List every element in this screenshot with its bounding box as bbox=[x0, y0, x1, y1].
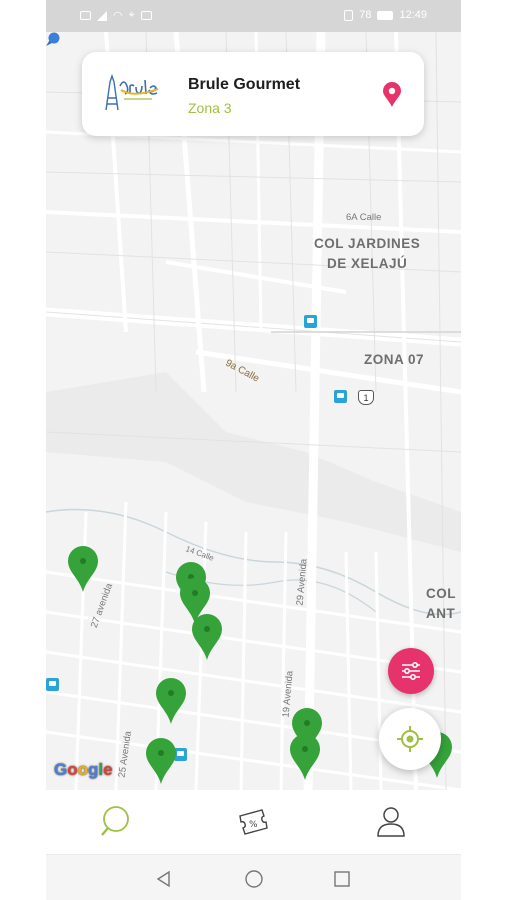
svg-text:%: % bbox=[249, 820, 258, 830]
image-icon bbox=[140, 11, 152, 20]
battery-percent: 78 bbox=[359, 9, 372, 21]
map-pin-icon[interactable] bbox=[382, 82, 402, 108]
google-letter: o bbox=[77, 760, 89, 779]
store-zone: Zona 3 bbox=[188, 100, 232, 116]
status-time: 12:49 bbox=[399, 9, 427, 21]
area-label-zona-07: ZONA 07 bbox=[364, 352, 425, 367]
filter-button[interactable] bbox=[388, 648, 434, 694]
google-letter: G bbox=[54, 760, 68, 779]
google-letter: o bbox=[67, 760, 78, 779]
bus-stop-icon[interactable] bbox=[334, 390, 347, 403]
filter-sliders-icon bbox=[402, 662, 420, 680]
area-label-col-ant: COL ANT bbox=[426, 584, 456, 624]
area-label-text: COL JARDINES DE XELAJÚ bbox=[314, 236, 421, 271]
map-view[interactable]: 6A Calle 9a Calle 14 Calle 27 avenida 29… bbox=[46, 32, 461, 790]
home-icon[interactable] bbox=[244, 869, 264, 889]
back-icon[interactable] bbox=[154, 869, 174, 889]
status-bar: ◠ ⌖ 78 12:49 bbox=[46, 0, 461, 32]
recents-icon[interactable] bbox=[332, 869, 352, 889]
area-label-jardines: COL JARDINES DE XELAJÚ bbox=[314, 234, 420, 274]
bus-stop-icon[interactable] bbox=[304, 315, 317, 328]
vibrate-icon bbox=[344, 9, 354, 21]
brand-logo bbox=[105, 73, 159, 111]
street-label-6a-calle: 6A Calle bbox=[346, 212, 382, 223]
location-status-icon: ⌖ bbox=[128, 9, 135, 21]
signal-icon bbox=[97, 10, 107, 21]
user-location-icon bbox=[46, 32, 60, 46]
bottom-navigation: % bbox=[46, 790, 461, 854]
profile-icon[interactable] bbox=[374, 804, 408, 838]
gps-target-icon bbox=[397, 726, 423, 752]
status-icons-right: 78 12:49 bbox=[344, 9, 427, 21]
google-letter: e bbox=[103, 760, 113, 779]
wifi-icon: ◠ bbox=[113, 10, 123, 22]
locate-me-button[interactable] bbox=[379, 708, 441, 770]
bus-stop-icon[interactable] bbox=[46, 678, 59, 691]
discount-ticket-icon[interactable]: % bbox=[236, 804, 270, 838]
store-marker-icon[interactable] bbox=[192, 614, 222, 660]
store-marker-icon[interactable] bbox=[146, 738, 176, 784]
store-marker-icon[interactable] bbox=[68, 546, 98, 592]
android-navigation-bar bbox=[46, 854, 461, 900]
sim-icon bbox=[80, 11, 91, 20]
store-marker-icon[interactable] bbox=[156, 678, 186, 724]
google-attribution: Google bbox=[54, 760, 113, 780]
battery-icon bbox=[377, 10, 394, 20]
route-shield: 1 bbox=[358, 390, 374, 405]
map-search-icon[interactable] bbox=[98, 804, 132, 838]
store-header-card[interactable]: Brule Gourmet Zona 3 bbox=[82, 52, 424, 136]
app-screen: ◠ ⌖ 78 12:49 6A Calle 9a Calle 14 Calle … bbox=[46, 0, 461, 900]
store-marker-icon[interactable] bbox=[290, 734, 320, 780]
store-name: Brule Gourmet bbox=[188, 76, 301, 93]
area-label-text: COL ANT bbox=[426, 586, 456, 621]
status-icons-left: ◠ ⌖ bbox=[80, 9, 152, 22]
google-letter: g bbox=[88, 760, 99, 779]
